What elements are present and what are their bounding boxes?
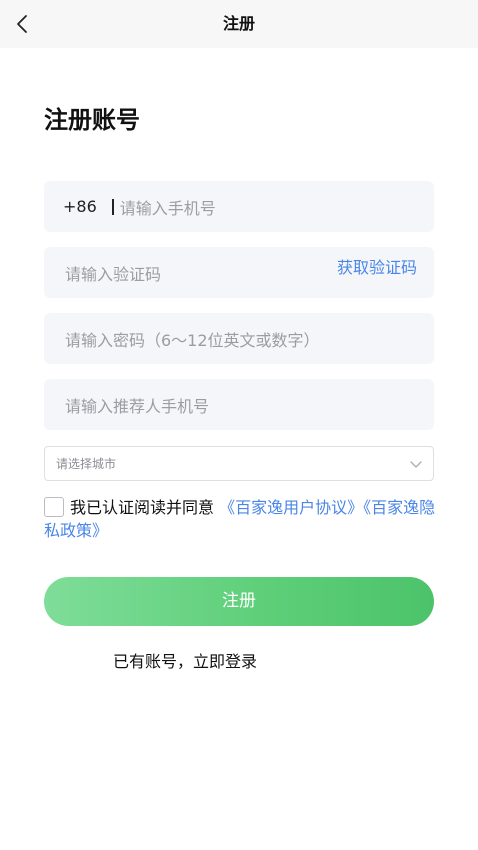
agreement-checkbox[interactable] xyxy=(44,497,64,517)
chevron-down-icon xyxy=(410,461,422,468)
header-title: 注册 xyxy=(222,14,255,33)
phone-field[interactable]: +86 请输入手机号 xyxy=(44,181,434,232)
referrer-placeholder: 请输入推荐人手机号 xyxy=(65,396,210,416)
phone-placeholder: 请输入手机号 xyxy=(119,198,216,218)
verification-code-field[interactable]: 请输入验证码 获取验证码 xyxy=(44,247,434,298)
password-field[interactable]: 请输入密码（6～12位英文或数字） xyxy=(44,313,434,364)
register-page: 注册 注册账号 +86 请输入手机号 请输入验证码 获取验证码 请输入密码（6～… xyxy=(0,0,478,850)
country-code: +86 xyxy=(63,197,97,216)
get-code-button[interactable]: 获取验证码 xyxy=(337,247,417,289)
user-agreement-link[interactable]: 《百家逸用户协议》 xyxy=(219,498,363,517)
login-link[interactable]: 已有账号，立即登录 xyxy=(113,648,257,672)
agreement-row: 我已认证阅读并同意 《百家逸用户协议》《百家逸隐私政策》 xyxy=(44,496,436,542)
page-title: 注册账号 xyxy=(44,106,140,134)
text-cursor xyxy=(111,198,114,215)
city-select[interactable]: 请选择城市 xyxy=(44,446,434,481)
register-button[interactable]: 注册 xyxy=(44,577,434,626)
referrer-phone-field[interactable]: 请输入推荐人手机号 xyxy=(44,379,434,430)
nav-header: 注册 xyxy=(0,0,478,48)
password-placeholder: 请输入密码（6～12位英文或数字） xyxy=(65,330,320,350)
agreement-text: 我已认证阅读并同意 xyxy=(70,498,215,517)
code-placeholder: 请输入验证码 xyxy=(65,264,162,284)
city-placeholder: 请选择城市 xyxy=(56,457,117,471)
